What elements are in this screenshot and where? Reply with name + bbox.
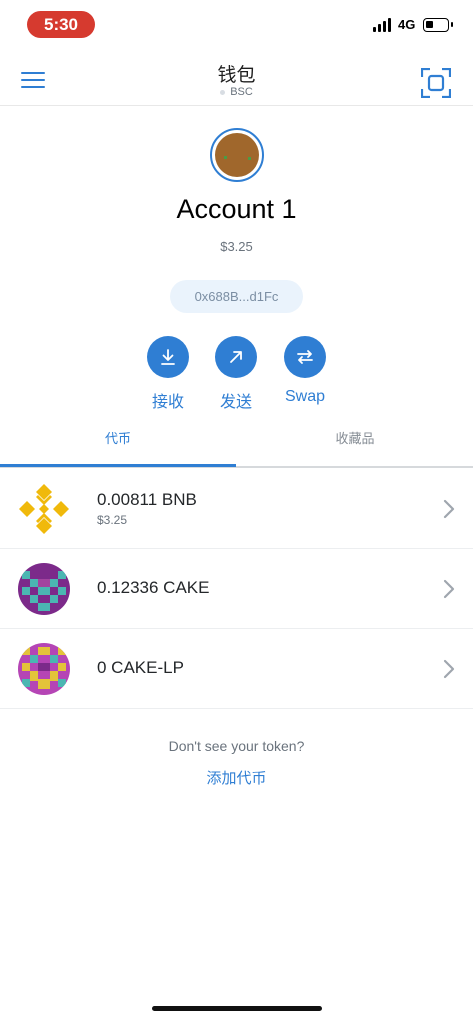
status-bar: 5:30 4G (0, 0, 473, 46)
network-indicator[interactable]: BSC (0, 86, 473, 98)
token-amount: 0.12336 CAKE (97, 578, 210, 597)
page-title: 钱包 (217, 65, 256, 86)
send-icon (230, 351, 242, 363)
send-label: 发送 (219, 394, 252, 411)
account-avatar[interactable] (210, 128, 264, 182)
receive-button[interactable]: 接收 (138, 336, 198, 412)
account-name[interactable]: Account 1 (0, 194, 473, 225)
token-amount: 0.00811 BNB (97, 490, 197, 509)
cake-lp-icon (18, 643, 70, 695)
asset-tabs: 代币 收藏品 (0, 420, 473, 468)
network-type: 4G (398, 17, 416, 32)
receive-icon (161, 349, 175, 365)
token-amount: 0 CAKE-LP (97, 658, 184, 677)
receive-label: 接收 (151, 394, 184, 411)
network-name: BSC (230, 86, 253, 98)
bnb-icon (19, 484, 69, 534)
chevron-right-icon (443, 659, 455, 679)
chevron-right-icon (443, 579, 455, 599)
cellular-signal-icon (373, 18, 395, 32)
token-row-cake-lp[interactable]: 0 CAKE-LP (0, 629, 473, 709)
battery-icon (423, 18, 453, 32)
token-row-bnb[interactable]: 0.00811 BNB $3.25 (0, 469, 473, 549)
cake-icon (18, 563, 70, 615)
network-dot-icon (220, 89, 226, 95)
add-token-link[interactable]: 添加代币 (0, 767, 473, 788)
tab-tokens[interactable]: 代币 (0, 420, 236, 466)
token-row-cake[interactable]: 0.12336 CAKE (0, 549, 473, 629)
active-tab-indicator (0, 464, 236, 467)
scan-icon[interactable] (421, 68, 451, 98)
swap-label: Swap (284, 388, 326, 405)
home-indicator[interactable] (152, 1006, 322, 1011)
nav-header: 钱包 BSC (0, 48, 473, 106)
swap-button[interactable]: Swap (275, 336, 335, 406)
status-time: 5:30 (27, 11, 95, 38)
tab-collectibles[interactable]: 收藏品 (237, 420, 473, 466)
swap-icon (297, 350, 313, 364)
send-button[interactable]: 发送 (206, 336, 266, 412)
token-fiat-value: $3.25 (97, 513, 128, 527)
missing-token-text: Don't see your token? (168, 738, 305, 754)
account-balance: $3.25 (220, 239, 253, 254)
chevron-right-icon (443, 499, 455, 519)
account-address-button[interactable]: 0x688B...d1Fc (170, 280, 303, 313)
